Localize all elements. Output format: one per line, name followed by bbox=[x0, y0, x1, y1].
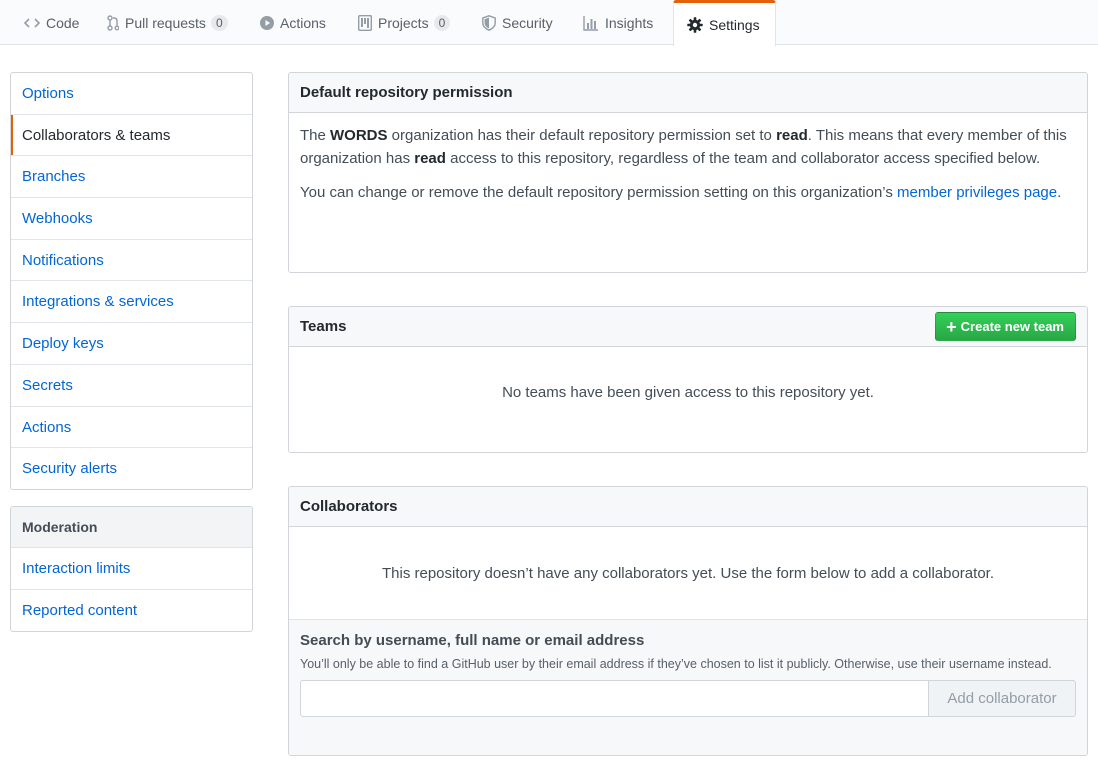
tab-pull-requests[interactable]: Pull requests 0 bbox=[95, 0, 242, 45]
search-note: You’ll only be able to find a GitHub use… bbox=[300, 657, 1052, 671]
collaborators-box: Collaborators This repository doesn’t ha… bbox=[288, 486, 1088, 756]
pull-request-icon bbox=[107, 14, 119, 31]
graph-icon bbox=[583, 15, 599, 31]
text-segment: organization has their default repositor… bbox=[387, 127, 777, 144]
project-icon bbox=[358, 14, 372, 31]
default-permission-description: The WORDS organization has their default… bbox=[300, 124, 1076, 170]
text-segment: The bbox=[300, 127, 331, 144]
tab-label: Pull requests bbox=[125, 14, 206, 31]
sidebar-item-integrations-services[interactable]: Integrations & services bbox=[11, 281, 252, 324]
collaborators-title: Collaborators bbox=[300, 498, 398, 515]
create-new-team-button[interactable]: + Create new team bbox=[935, 312, 1076, 341]
sidebar-item-actions[interactable]: Actions bbox=[11, 407, 252, 449]
plus-icon: + bbox=[946, 316, 957, 337]
default-permission-box: Default repository permission The WORDS … bbox=[288, 72, 1088, 273]
tab-label: Projects bbox=[378, 14, 429, 31]
default-permission-body: The WORDS organization has their default… bbox=[289, 113, 1087, 226]
text-segment: You can change or remove the default rep… bbox=[300, 184, 898, 201]
gear-icon bbox=[687, 16, 703, 33]
collaborators-blankslate: This repository doesn’t have any collabo… bbox=[382, 565, 994, 582]
tab-actions[interactable]: Actions bbox=[248, 0, 340, 45]
teams-title: Teams bbox=[300, 318, 347, 335]
permission-level: read bbox=[776, 127, 808, 144]
teams-blankslate: No teams have been given access to this … bbox=[502, 384, 874, 401]
sidebar-item-webhooks[interactable]: Webhooks bbox=[11, 198, 252, 240]
add-collaborator-button[interactable]: Add collaborator bbox=[929, 680, 1076, 717]
sidebar-item-options[interactable]: Options bbox=[11, 73, 252, 115]
sidebar-item-interaction-limits[interactable]: Interaction limits bbox=[11, 548, 252, 590]
tab-label: Settings bbox=[709, 16, 760, 33]
member-privileges-link[interactable]: member privileges page bbox=[897, 184, 1057, 201]
moderation-heading: Moderation bbox=[11, 507, 252, 548]
tab-security[interactable]: Security bbox=[470, 0, 567, 45]
text-segment: . bbox=[1057, 184, 1062, 201]
repo-nav: Code Pull requests 0 Actions Projects 0 … bbox=[0, 0, 1098, 46]
projects-counter: 0 bbox=[433, 14, 451, 31]
sidebar-item-reported-content[interactable]: Reported content bbox=[11, 590, 252, 631]
text-segment: access to this repository, regardless of… bbox=[445, 150, 1041, 167]
play-icon bbox=[260, 15, 274, 30]
moderation-menu: Moderation Interaction limits Reported c… bbox=[10, 506, 253, 632]
sidebar-item-deploy-keys[interactable]: Deploy keys bbox=[11, 323, 252, 365]
collaborators-header: Collaborators bbox=[289, 487, 1087, 527]
sidebar-item-secrets[interactable]: Secrets bbox=[11, 365, 252, 407]
code-icon bbox=[24, 16, 40, 30]
tab-label: Security bbox=[502, 14, 553, 31]
default-permission-header: Default repository permission bbox=[289, 73, 1087, 113]
pull-requests-counter: 0 bbox=[210, 14, 228, 31]
sidebar-item-security-alerts[interactable]: Security alerts bbox=[11, 448, 252, 489]
tab-projects[interactable]: Projects 0 bbox=[346, 0, 464, 45]
tab-label: Actions bbox=[280, 14, 326, 31]
org-name: WORDS bbox=[330, 127, 388, 144]
shield-icon bbox=[482, 14, 496, 31]
create-new-team-label: Create new team bbox=[960, 319, 1064, 334]
default-permission-title: Default repository permission bbox=[300, 84, 513, 101]
permission-level: read bbox=[414, 150, 446, 167]
sidebar-item-notifications[interactable]: Notifications bbox=[11, 240, 252, 282]
tab-label: Insights bbox=[605, 14, 654, 31]
tab-insights[interactable]: Insights bbox=[571, 0, 667, 45]
settings-menu: Options Collaborators & teams Branches W… bbox=[10, 72, 253, 490]
teams-header: Teams + Create new team bbox=[289, 307, 1087, 347]
search-row: Add collaborator bbox=[300, 680, 1076, 717]
add-collaborator-form: Search by username, full name or email a… bbox=[289, 619, 1087, 755]
tab-code[interactable]: Code bbox=[12, 0, 93, 45]
search-label: Search by username, full name or email a… bbox=[300, 632, 645, 649]
collaborator-search-input[interactable] bbox=[300, 680, 929, 717]
tab-label: Code bbox=[46, 14, 80, 31]
sidebar-item-collaborators-teams[interactable]: Collaborators & teams bbox=[11, 114, 252, 157]
sidebar-item-branches[interactable]: Branches bbox=[11, 156, 252, 199]
teams-box: Teams + Create new team No teams have be… bbox=[288, 306, 1088, 453]
default-permission-hint: You can change or remove the default rep… bbox=[300, 181, 1076, 204]
tab-settings[interactable]: Settings bbox=[673, 0, 776, 46]
